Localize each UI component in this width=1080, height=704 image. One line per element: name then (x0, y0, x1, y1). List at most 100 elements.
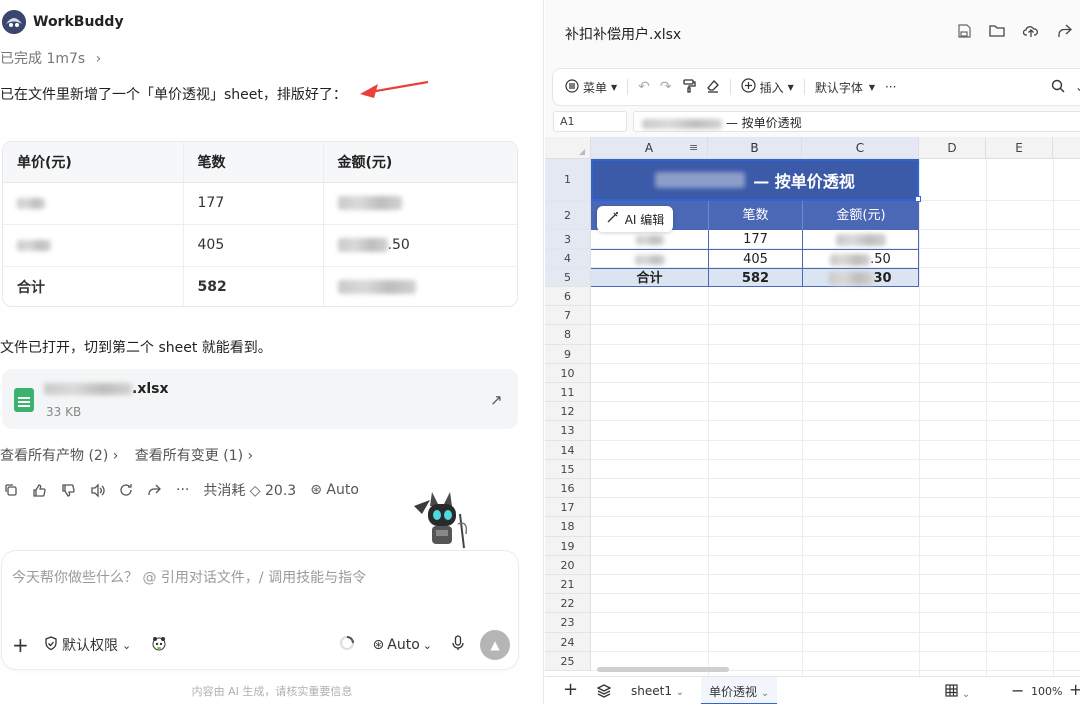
chevron-down-icon: ⌄ (422, 638, 432, 652)
add-icon[interactable]: + (12, 633, 34, 657)
sheet-tab-sheet1[interactable]: sheet1 ⌄ (631, 684, 684, 698)
mode-selector[interactable]: ⊛ Auto ⌄ (373, 637, 432, 653)
data-cell-a4[interactable] (591, 249, 708, 268)
chat-panel: WorkBuddy 已完成 1m7s › 已在文件里新增了一个「单价透视」she… (0, 0, 544, 704)
column-header-d[interactable]: D (919, 137, 986, 159)
row-header-5[interactable]: 5 (545, 268, 591, 287)
save-icon[interactable] (957, 24, 971, 42)
insert-button[interactable]: 插入 ▼ (741, 78, 794, 96)
add-sheet-icon[interactable]: + (563, 679, 578, 700)
row-header-13[interactable]: 13 (545, 421, 591, 441)
header-cell-b[interactable]: 笔数 (708, 201, 802, 230)
gridline-row (591, 439, 1080, 441)
auto-mode-label: ⊛ Auto (310, 482, 359, 498)
row-header-15[interactable]: 15 (545, 459, 591, 479)
folder-icon[interactable] (989, 24, 1005, 42)
gridline-row (591, 535, 1080, 537)
amount-cell: .50 (322, 224, 517, 267)
open-external-icon[interactable]: ↗ (490, 391, 503, 409)
row-header-1[interactable]: 1 (545, 159, 591, 201)
grid-view-icon[interactable]: ⌄ (945, 684, 970, 700)
toolbar-divider (729, 79, 731, 95)
row-header-4[interactable]: 4 (545, 249, 591, 268)
header-cell-c[interactable]: 金额(元) (802, 201, 919, 230)
send-button[interactable]: ▲ (480, 630, 510, 660)
row-header-24[interactable]: 24 (545, 632, 591, 652)
search-icon[interactable] (1051, 79, 1065, 96)
row-header-16[interactable]: 16 (545, 479, 591, 499)
row-header-7[interactable]: 7 (545, 306, 591, 326)
clear-format-icon[interactable] (706, 79, 720, 96)
title-cell[interactable]: — 按单价透视 (591, 159, 919, 201)
composer-input[interactable]: 今天帮你做些什么？ @ 引用对话文件，/ 调用技能与指令 (12, 567, 366, 587)
copy-icon[interactable] (4, 483, 18, 497)
total-cell-c5[interactable]: 30 (802, 268, 919, 287)
row-header-2[interactable]: 2 (545, 201, 591, 230)
share-icon[interactable] (1057, 24, 1072, 42)
ai-edit-button[interactable]: AI 编辑 (597, 206, 673, 232)
row-header-22[interactable]: 22 (545, 594, 591, 614)
row-header-20[interactable]: 20 (545, 555, 591, 575)
chevron-down-icon[interactable]: ⌄ (1075, 80, 1080, 94)
total-cell-a5[interactable]: 合计 (591, 268, 708, 287)
row-header-8[interactable]: 8 (545, 325, 591, 345)
thumbs-up-icon[interactable] (32, 483, 47, 498)
formula-bar[interactable]: — 按单价透视 (633, 111, 1080, 132)
sheet-tab-active[interactable]: 单价透视 ⌄ (701, 677, 778, 704)
select-all-corner[interactable] (545, 137, 591, 159)
table-row: 405 .50 (3, 224, 517, 267)
filter-icon[interactable]: ≡ (689, 141, 698, 154)
column-header-b[interactable]: B (708, 137, 802, 159)
data-cell-c3[interactable] (802, 230, 919, 249)
row-header-25[interactable]: 25 (545, 651, 591, 671)
thumbs-down-icon[interactable] (61, 483, 76, 498)
zoom-in-icon[interactable]: + (1069, 680, 1080, 699)
row-header-21[interactable]: 21 (545, 575, 591, 595)
view-changes-link[interactable]: 查看所有变更 (1) › (135, 448, 253, 464)
file-attachment-card[interactable] (2, 369, 518, 429)
undo-icon[interactable]: ↶ (638, 79, 650, 95)
row-header-6[interactable]: 6 (545, 287, 591, 307)
data-cell-a3[interactable] (591, 230, 708, 249)
sheet-list-icon[interactable] (596, 684, 612, 701)
row-header-11[interactable]: 11 (545, 383, 591, 403)
data-cell-b4[interactable]: 405 (708, 249, 802, 268)
permission-selector[interactable]: 默认权限 ⌄ (44, 635, 131, 655)
column-header-f[interactable] (1053, 137, 1080, 159)
completion-status[interactable]: 已完成 1m7s › (0, 48, 101, 68)
more-icon[interactable]: ··· (885, 80, 896, 94)
data-cell-b3[interactable]: 177 (708, 230, 802, 249)
share-icon[interactable] (147, 483, 162, 498)
file-name[interactable]: .xlsx (44, 381, 169, 397)
row-header-10[interactable]: 10 (545, 363, 591, 383)
column-header-c[interactable]: C (802, 137, 919, 159)
row-header-14[interactable]: 14 (545, 440, 591, 460)
format-painter-icon[interactable] (682, 78, 696, 96)
refresh-icon[interactable] (119, 483, 133, 497)
zoom-out-icon[interactable]: − (1011, 681, 1024, 700)
row-header-18[interactable]: 18 (545, 517, 591, 537)
document-title: 补扣补偿用户.xlsx (565, 27, 682, 43)
data-cell-c4[interactable]: .50 (802, 249, 919, 268)
row-header-17[interactable]: 17 (545, 498, 591, 518)
total-cell-b5[interactable]: 582 (708, 268, 802, 287)
col-header-amount: 金额(元) (322, 142, 517, 183)
more-icon[interactable]: ··· (176, 482, 189, 498)
sheet-grid[interactable]: A ≡ B C D E 1 2 3 4 5 6 7 8 9 10 11 12 13 14 15 16 17 18 1… (545, 137, 1080, 676)
horizontal-scrollbar[interactable] (597, 667, 729, 672)
redo-icon[interactable]: ↷ (660, 79, 672, 95)
microphone-icon[interactable] (452, 635, 464, 655)
row-header-12[interactable]: 12 (545, 402, 591, 422)
panda-icon[interactable] (151, 635, 167, 655)
row-header-19[interactable]: 19 (545, 536, 591, 556)
cell-reference-box[interactable]: A1 (553, 111, 627, 132)
menu-button[interactable]: 菜单 ▼ (565, 78, 617, 96)
font-selector[interactable]: 默认字体 ▼ (815, 79, 875, 96)
row-header-9[interactable]: 9 (545, 344, 591, 364)
column-header-e[interactable]: E (986, 137, 1053, 159)
row-header-3[interactable]: 3 (545, 230, 591, 249)
upload-icon[interactable] (1022, 24, 1039, 42)
speaker-icon[interactable] (90, 482, 105, 498)
row-header-23[interactable]: 23 (545, 613, 591, 633)
view-products-link[interactable]: 查看所有产物 (2) › (0, 448, 118, 464)
